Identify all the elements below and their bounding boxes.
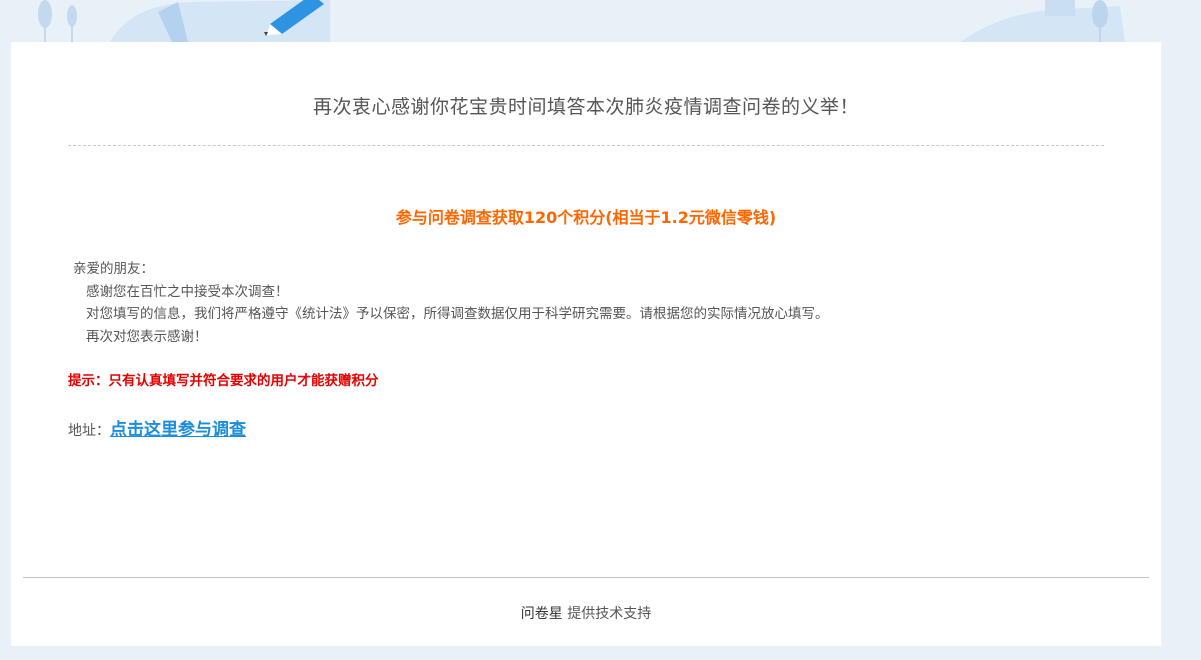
- reward-banner: 参与问卷调查获取120个积分(相当于1.2元微信零钱): [395, 208, 777, 227]
- notice-text: 提示：只有认真填写并符合要求的用户才能获赠积分: [68, 373, 379, 389]
- letter-line-2: 对您填写的信息，我们将严格遵守《统计法》予以保密，所得调查数据仅用于科学研究需要…: [86, 306, 829, 322]
- letter-line-1: 感谢您在百忙之中接受本次调查！: [86, 283, 289, 300]
- footer-divider: [23, 577, 1149, 578]
- thanks-title: 再次衷心感谢你花宝贵时间填答本次肺炎疫情调查问卷的义举！: [312, 96, 859, 118]
- header-illustration: [0, 0, 1201, 42]
- footer-brand-link[interactable]: 问卷星: [521, 606, 563, 622]
- letter-body: 亲爱的朋友： 感谢您在百忙之中接受本次调查！ 对您填写的信息，我们将严格遵守《统…: [73, 258, 1073, 348]
- address-row: 地址：点击这里参与调查: [68, 415, 246, 440]
- footer-credit: 问卷星 提供技术支持: [11, 603, 1161, 623]
- address-label: 地址：: [68, 423, 110, 439]
- survey-link[interactable]: 点击这里参与调查: [110, 420, 246, 440]
- dashed-divider: [68, 145, 1104, 146]
- letter-greeting: 亲爱的朋友：: [73, 261, 154, 277]
- letter-line-3: 再次对您表示感谢！: [86, 328, 208, 345]
- footer-support-text: 提供技术支持: [562, 606, 652, 622]
- result-card: 再次衷心感谢你花宝贵时间填答本次肺炎疫情调查问卷的义举！ 参与问卷调查获取120…: [11, 42, 1161, 646]
